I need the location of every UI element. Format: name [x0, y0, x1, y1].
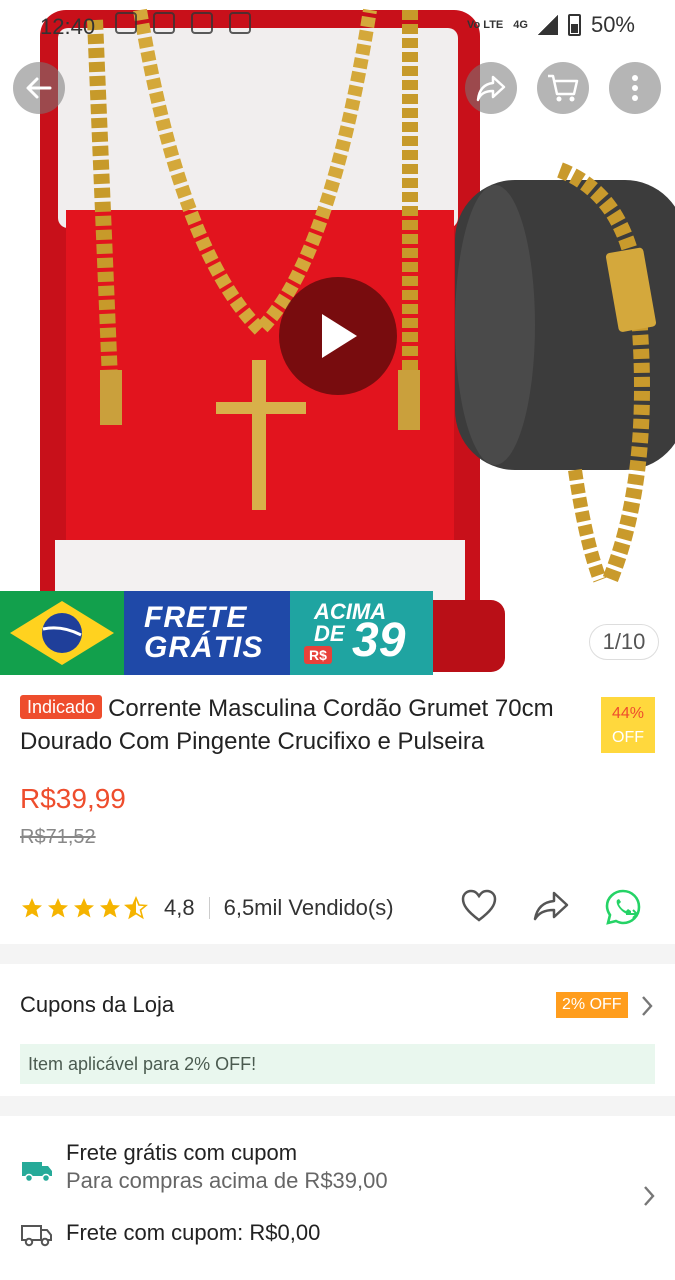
star-icon	[22, 898, 42, 918]
product-image-carousel[interactable]: 12:40 Vo LTE 4G 50% FRETE GRÁTIS ACIMA D…	[0, 0, 675, 680]
free-shipping-banner: FRETE GRÁTIS ACIMA DE R$ 39	[0, 591, 433, 675]
promo-de-label: DE	[314, 621, 345, 646]
back-button[interactable]	[13, 62, 65, 114]
status-right: Vo LTE 4G 50%	[467, 12, 635, 38]
promo-line2: GRÁTIS	[144, 631, 264, 664]
discount-off-label: OFF	[612, 729, 644, 746]
promo-currency: R$	[304, 646, 332, 664]
cart-icon	[548, 74, 579, 102]
more-vertical-icon	[632, 75, 638, 101]
shipping-cost: Frete com cupom: R$0,00	[66, 1220, 321, 1245]
play-icon	[322, 314, 357, 358]
coupon-applicable-note: Item aplicável para 2% OFF!	[20, 1044, 655, 1084]
notification-icons	[115, 12, 251, 34]
heart-icon[interactable]	[460, 888, 498, 924]
current-price: R$39,99	[20, 783, 126, 814]
rating-stars	[20, 896, 148, 920]
shipping-info-row[interactable]: Frete grátis com cupom Para compras acim…	[0, 1114, 675, 1274]
signal-icon	[537, 15, 558, 35]
promo-line1: FRETE	[144, 601, 248, 634]
shipping-truck-outline-icon	[21, 1225, 52, 1247]
whatsapp-icon[interactable]	[604, 888, 642, 926]
discount-badge: 44% OFF	[601, 697, 655, 753]
sold-count: 6,5mil Vendido(s)	[223, 895, 394, 920]
free-shipping-condition: Para compras acima de R$39,00	[66, 1168, 388, 1193]
status-time: 12:40	[40, 14, 96, 39]
star-icon	[48, 898, 68, 918]
star-half-icon	[124, 896, 148, 920]
instagram-icon	[229, 12, 251, 34]
coupon-tag: 2% OFF	[556, 992, 628, 1018]
store-coupons-row[interactable]: Cupons da Loja 2% OFF	[0, 966, 675, 1044]
original-price: R$71,52	[20, 826, 96, 848]
promo-acima: ACIMA DE R$ 39	[290, 591, 433, 675]
chevron-right-icon	[642, 996, 653, 1016]
discount-percent: 44%	[611, 705, 645, 722]
image-page-indicator: 1/10	[589, 624, 659, 660]
x-icon	[153, 12, 175, 34]
rating-row: 4,8 6,5mil Vendido(s)	[20, 886, 660, 930]
store-coupons-title: Cupons da Loja	[20, 992, 175, 1017]
shop-icon	[191, 12, 213, 34]
share-icon	[476, 75, 506, 102]
rating-separator	[208, 897, 210, 919]
network-type: 4G	[513, 18, 528, 31]
share-icon[interactable]	[532, 890, 570, 922]
star-icon	[100, 898, 120, 918]
cart-button[interactable]	[537, 62, 589, 114]
promo-amount: 39	[352, 614, 406, 667]
share-button[interactable]	[465, 62, 517, 114]
volte-indicator: Vo LTE	[467, 18, 504, 31]
free-shipping-title: Frete grátis com cupom	[66, 1140, 298, 1165]
rating-value: 4,8	[164, 895, 195, 920]
battery-icon	[567, 14, 581, 36]
truck-icon	[22, 1162, 52, 1183]
star-icon	[74, 898, 94, 918]
more-options-button[interactable]	[609, 62, 661, 114]
product-title: Indicado Corrente Masculina Cordão Grumet…	[20, 692, 595, 758]
play-video-button[interactable]	[279, 277, 397, 395]
brazil-flag	[0, 591, 124, 675]
battery-level: 50%	[590, 12, 635, 37]
status-bar: 12:40 Vo LTE 4G 50%	[0, 0, 675, 54]
chevron-right-icon	[644, 1186, 655, 1206]
section-divider	[0, 1096, 675, 1116]
promo-frete-gratis: FRETE GRÁTIS	[124, 591, 290, 675]
section-divider	[0, 944, 675, 964]
recommended-badge: Indicado	[20, 695, 103, 719]
mail-icon	[115, 12, 137, 34]
arrow-left-icon	[26, 77, 52, 99]
